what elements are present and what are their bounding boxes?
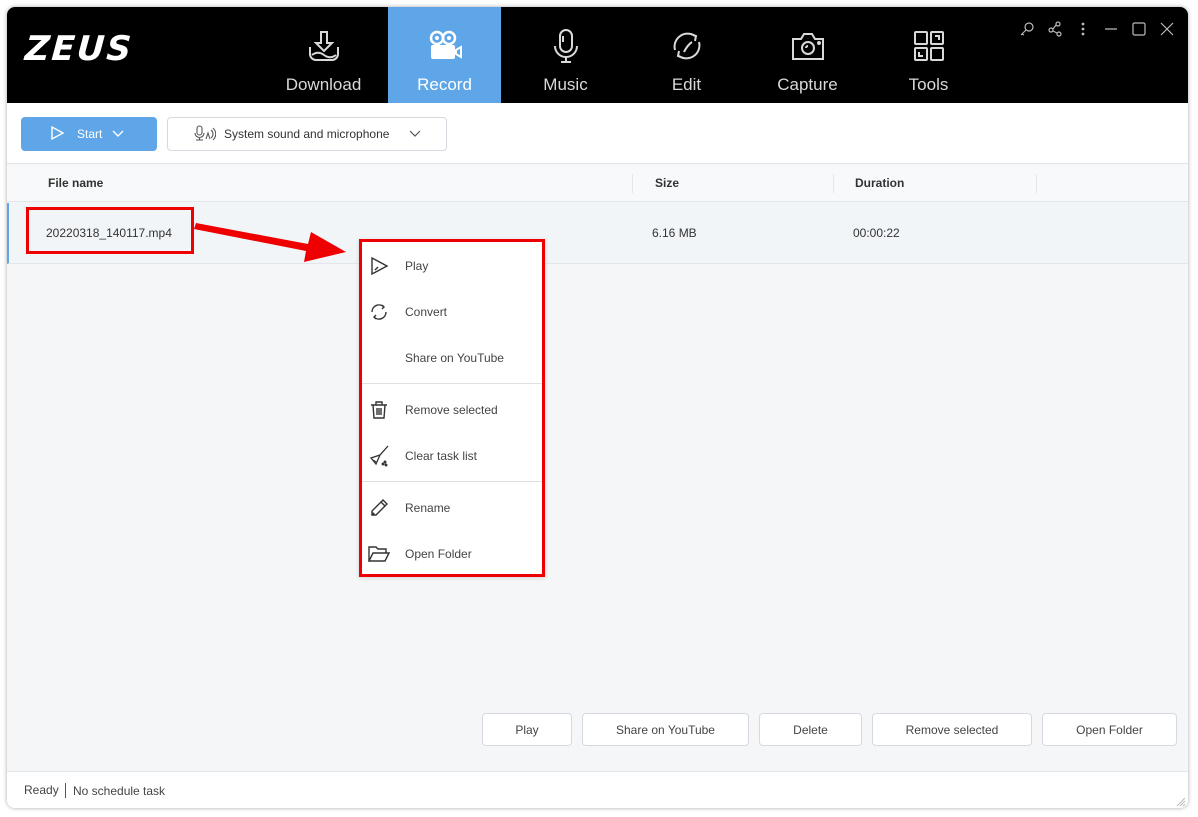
column-file-name[interactable]: File name [48,165,103,202]
audio-source-label: System sound and microphone [224,127,390,141]
play-icon [367,254,391,278]
menu-item-label: Rename [405,501,451,515]
menu-item-clear-task-list[interactable]: Clear task list [362,436,542,476]
camera-icon [789,27,827,65]
play-icon [49,125,65,144]
trash-icon [367,398,391,422]
menu-item-play[interactable]: Play [362,246,542,286]
menu-divider [362,481,542,482]
open-folder-button[interactable]: Open Folder [1042,713,1177,746]
play-button[interactable]: Play [482,713,572,746]
tab-tools[interactable]: Tools [872,7,985,103]
duration-cell: 00:00:22 [853,226,900,240]
column-divider[interactable] [1036,174,1037,193]
menu-item-label: Remove selected [405,403,498,417]
task-list-area [7,265,1188,771]
column-duration[interactable]: Duration [855,165,904,202]
tab-tools-label: Tools [908,75,949,94]
folder-icon [367,542,391,566]
size-cell: 6.16 MB [652,226,697,240]
audio-source-select[interactable]: System sound and microphone [167,117,447,151]
menu-item-label: Clear task list [405,449,478,463]
download-icon [305,27,343,65]
chevron-down-icon [409,127,421,141]
convert-icon [367,300,391,324]
share-youtube-button[interactable]: Share on YouTube [582,713,749,746]
menu-item-convert[interactable]: Convert [362,292,542,332]
delete-button[interactable]: Delete [759,713,862,746]
menu-item-share-youtube[interactable]: Share on YouTube [362,338,542,378]
title-bar: ZEUS Download Record Music Edit Capture … [7,7,1188,103]
app-logo: ZEUS [23,29,135,69]
tab-edit-label: Edit [671,75,702,94]
column-divider[interactable] [632,174,633,193]
context-menu: Play Convert Share on YouTube Remove sel… [359,239,545,577]
close-icon[interactable] [1158,19,1176,39]
status-ready: Ready [24,783,59,797]
status-bar: Ready No schedule task [7,771,1188,808]
menu-item-label: Play [405,259,429,273]
tools-grid-icon [910,27,948,65]
menu-item-rename[interactable]: Rename [362,488,542,528]
microphone-icon [547,27,585,65]
more-icon[interactable] [1074,19,1092,39]
tab-music-label: Music [543,75,588,94]
menu-item-open-folder[interactable]: Open Folder [362,534,542,574]
maximize-icon[interactable] [1130,19,1148,39]
chevron-down-icon [112,127,124,141]
tab-music[interactable]: Music [509,7,622,103]
start-label: Start [77,127,103,141]
schedule-status: No schedule task [73,784,166,798]
resize-grip-icon[interactable] [1176,796,1186,807]
status-divider [65,783,66,798]
tab-download-label: Download [285,75,362,94]
convert-icon [668,27,706,65]
microphone-speaker-icon [194,124,217,144]
tab-capture[interactable]: Capture [751,7,864,103]
minimize-icon[interactable] [1102,19,1120,39]
menu-divider [362,383,542,384]
pencil-icon [367,496,391,520]
broom-icon [367,444,391,468]
remove-selected-button[interactable]: Remove selected [872,713,1032,746]
key-icon[interactable] [1018,19,1036,39]
tab-capture-label: Capture [777,75,838,94]
menu-item-label: Open Folder [405,547,472,561]
tab-record-label: Record [417,75,472,94]
menu-item-remove-selected[interactable]: Remove selected [362,390,542,430]
video-camera-icon [426,27,464,65]
tab-download[interactable]: Download [267,7,380,103]
app-window: ZEUS Download Record Music Edit Capture … [7,7,1188,808]
share-icon[interactable] [1046,19,1064,39]
tab-record[interactable]: Record [388,7,501,103]
menu-item-label: Convert [405,305,448,319]
toolbar: Start System sound and microphone [7,103,1188,164]
annotation-highlight-box [26,207,194,254]
column-divider[interactable] [833,174,834,193]
column-size[interactable]: Size [655,165,679,202]
menu-item-label: Share on YouTube [405,351,504,365]
window-controls [1018,19,1176,39]
start-button[interactable]: Start [21,117,157,151]
tab-edit[interactable]: Edit [630,7,743,103]
table-header: File name Size Duration [7,165,1188,202]
